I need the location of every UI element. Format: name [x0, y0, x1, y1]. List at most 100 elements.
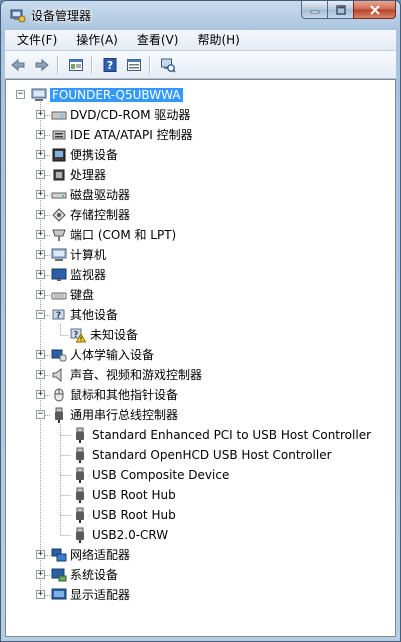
tree-category[interactable]: − ? 其他设备 [6, 306, 395, 324]
expand-toggle[interactable]: + [36, 150, 45, 159]
expand-toggle[interactable]: + [36, 250, 45, 259]
device-label: USB Composite Device [92, 468, 230, 482]
tree-device[interactable]: USB Root Hub [6, 506, 395, 524]
menu-action[interactable]: 操作(A) [64, 30, 125, 50]
category-label: IDE ATA/ATAPI 控制器 [70, 128, 193, 142]
tree-category[interactable]: + 计算机 [6, 246, 395, 264]
expand-toggle[interactable]: + [36, 170, 45, 179]
device-label: Standard Enhanced PCI to USB Host Contro… [92, 428, 372, 442]
device-label: USB Root Hub [92, 508, 176, 522]
forward-arrow-icon [35, 58, 49, 71]
tree-device[interactable]: Standard Enhanced PCI to USB Host Contro… [6, 426, 395, 444]
monitor-icon [51, 268, 67, 281]
tree-category[interactable]: + 人体学输入设备 [6, 346, 395, 364]
expand-toggle[interactable]: + [36, 190, 45, 199]
tree-category[interactable]: + 磁盘驱动器 [6, 186, 395, 204]
expand-toggle[interactable]: + [36, 390, 45, 399]
hid-icon [51, 349, 67, 362]
menu-file[interactable]: 文件(F) [5, 30, 64, 50]
tree-category[interactable]: + IDE ATA/ATAPI 控制器 [6, 126, 395, 144]
tree-category[interactable]: − 通用串行总线控制器 [6, 406, 395, 424]
window-title: 设备管理器 [31, 9, 92, 23]
computer-name[interactable]: FOUNDER-Q5UBWWA [50, 88, 183, 102]
tree-device[interactable]: USB Composite Device [6, 466, 395, 484]
collapse-toggle[interactable]: − [36, 310, 45, 319]
svg-text:?: ? [74, 330, 79, 339]
svg-text:?: ? [107, 59, 113, 72]
device-label: USB Root Hub [92, 488, 176, 502]
expand-toggle[interactable]: + [36, 210, 45, 219]
category-label: 监视器 [70, 268, 107, 282]
expand-toggle[interactable]: + [36, 130, 45, 139]
collapse-toggle[interactable]: − [16, 90, 25, 99]
category-label: 端口 (COM 和 LPT) [70, 228, 177, 242]
other-devices-icon: ? [52, 309, 65, 321]
tree-device[interactable]: ? 未知设备 [6, 326, 395, 344]
tree-category[interactable]: + 端口 (COM 和 LPT) [6, 226, 395, 244]
tree-category[interactable]: + 存储控制器 [6, 206, 395, 224]
mouse-icon [54, 388, 64, 402]
device-manager-app-icon [10, 9, 26, 23]
toolbar-separator [57, 55, 59, 74]
processor-icon [53, 169, 65, 181]
category-label: 网络适配器 [70, 548, 131, 562]
back-button[interactable] [7, 54, 29, 76]
usb-connector-icon [76, 507, 84, 523]
scan-hardware-button[interactable] [157, 54, 179, 76]
tree-category[interactable]: + 监视器 [6, 266, 395, 284]
close-button[interactable] [353, 1, 396, 19]
category-label: 处理器 [70, 168, 107, 182]
category-label: 声音、视频和游戏控制器 [70, 368, 203, 382]
close-icon [369, 4, 380, 15]
menu-help[interactable]: 帮助(H) [185, 30, 246, 50]
device-label: USB2.0-CRW [92, 528, 169, 542]
category-label: 存储控制器 [70, 208, 131, 222]
category-label: DVD/CD-ROM 驱动器 [70, 108, 191, 122]
tree-category[interactable]: + 键盘 [6, 286, 395, 304]
device-tree[interactable]: − FOUNDER-Q5UBWWA + DVD/CD-ROM 驱动器 + IDE… [5, 79, 396, 637]
expand-toggle[interactable]: + [36, 590, 45, 599]
properties-button[interactable] [65, 54, 87, 76]
view-icon [127, 58, 141, 71]
expand-toggle[interactable]: + [36, 570, 45, 579]
tree-category[interactable]: + 显示适配器 [6, 586, 395, 604]
forward-button[interactable] [31, 54, 53, 76]
tree-device[interactable]: USB2.0-CRW [6, 526, 395, 544]
usb-connector-icon [76, 487, 84, 503]
device-manager-window: 设备管理器 文件(F) 操作(A) 查看(V) 帮助(H) ? − FOUNDE… [0, 0, 401, 642]
device-label: Standard OpenHCD USB Host Controller [92, 448, 332, 462]
expand-toggle[interactable]: + [36, 550, 45, 559]
expand-toggle[interactable]: + [36, 350, 45, 359]
expand-toggle[interactable]: + [36, 370, 45, 379]
expand-toggle[interactable]: + [36, 230, 45, 239]
tree-category[interactable]: + 网络适配器 [6, 546, 395, 564]
category-label: 系统设备 [70, 568, 119, 582]
view-button[interactable] [123, 54, 145, 76]
category-label: 显示适配器 [70, 588, 131, 602]
expand-toggle[interactable]: + [36, 110, 45, 119]
title-bar[interactable]: 设备管理器 [1, 1, 400, 29]
tree-device[interactable]: Standard OpenHCD USB Host Controller [6, 446, 395, 464]
tree-device[interactable]: USB Root Hub [6, 486, 395, 504]
expand-toggle[interactable]: + [36, 290, 45, 299]
tree-category[interactable]: + 声音、视频和游戏控制器 [6, 366, 395, 384]
keyboard-icon [51, 292, 67, 300]
tree-category[interactable]: + 处理器 [6, 166, 395, 184]
port-icon [52, 229, 66, 241]
expand-toggle[interactable]: + [36, 270, 45, 279]
system-devices-icon [51, 568, 67, 582]
tree-root[interactable]: − FOUNDER-Q5UBWWA [6, 86, 395, 104]
tree-category[interactable]: + 系统设备 [6, 566, 395, 584]
category-label: 其他设备 [70, 308, 119, 322]
maximize-button[interactable] [327, 1, 353, 19]
tree-category[interactable]: + 鼠标和其他指针设备 [6, 386, 395, 404]
tree-category[interactable]: + 便携设备 [6, 146, 395, 164]
maximize-icon [335, 4, 346, 15]
collapse-toggle[interactable]: − [36, 410, 45, 419]
tree-category[interactable]: + DVD/CD-ROM 驱动器 [6, 106, 395, 124]
minimize-button[interactable] [301, 1, 327, 19]
help-button[interactable]: ? [99, 54, 121, 76]
category-label: 人体学输入设备 [70, 348, 155, 362]
menu-view[interactable]: 查看(V) [125, 30, 186, 50]
usb-connector-icon [76, 527, 84, 543]
